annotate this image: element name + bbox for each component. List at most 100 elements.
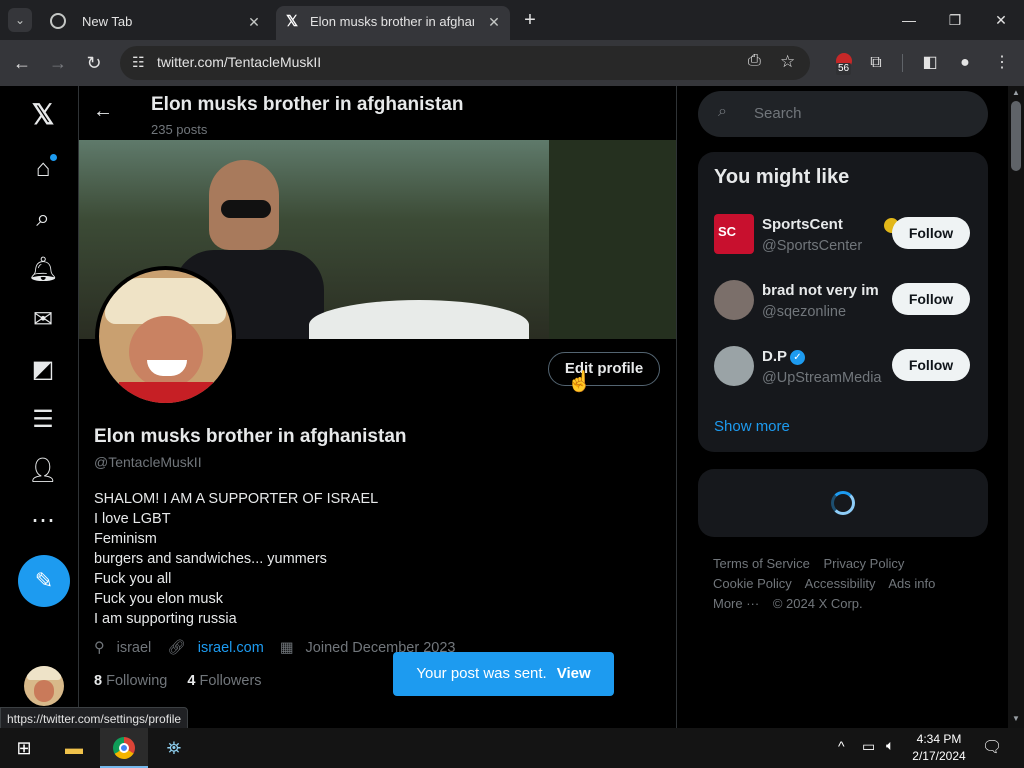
back-button[interactable]: ← bbox=[9, 50, 35, 76]
file-explorer-icon[interactable]: ▬ bbox=[50, 728, 98, 768]
tab-new-tab[interactable]: New Tab ✕ bbox=[38, 6, 274, 40]
bio-line: I love LGBT bbox=[94, 511, 171, 527]
bio-line: burgers and sandwiches... yummers bbox=[94, 551, 327, 567]
follow-button[interactable]: Follow bbox=[892, 283, 970, 315]
follow-button[interactable]: Follow bbox=[892, 349, 970, 381]
shirt-shape bbox=[119, 382, 213, 403]
menu-kebab-icon[interactable]: ⋮ bbox=[990, 51, 1014, 75]
restore-button[interactable]: ❐ bbox=[932, 0, 978, 40]
window-close-button[interactable]: ✕ bbox=[978, 0, 1024, 40]
suggestion-item[interactable]: SC SportsCent E @SportsCenter Follow bbox=[698, 204, 988, 270]
home-icon[interactable]: ⌂ bbox=[22, 148, 64, 190]
sidebar-footer: Terms of Service Privacy Policy Cookie P… bbox=[713, 554, 973, 614]
bell-icon[interactable]: 🔔︎ bbox=[22, 249, 64, 291]
show-more-link[interactable]: Show more bbox=[714, 418, 790, 435]
bio-line: Fuck you elon musk bbox=[94, 591, 223, 607]
post-sent-toast: Your post was sent. View bbox=[393, 652, 614, 696]
verified-blue-badge-icon: ✓ bbox=[790, 350, 805, 365]
account-avatar[interactable] bbox=[24, 666, 64, 706]
system-clock[interactable]: 4:34 PM 2/17/2024 bbox=[906, 731, 972, 765]
chrome-taskbar-icon[interactable] bbox=[100, 728, 148, 768]
reload-button[interactable]: ↻ bbox=[81, 50, 107, 76]
sc-logo-icon: SC bbox=[718, 224, 737, 239]
mail-icon[interactable]: ✉ bbox=[22, 299, 64, 341]
hand-cursor-icon: ☝ bbox=[567, 371, 592, 393]
link-icon: 🔗︎ bbox=[167, 640, 186, 656]
loading-spinner-icon bbox=[831, 491, 855, 515]
minimize-button[interactable]: — bbox=[886, 0, 932, 40]
volume-icon[interactable]: 🔈︎ bbox=[886, 737, 894, 754]
bio-line: SHALOM! I AM A SUPPORTER OF ISRAEL bbox=[94, 491, 379, 507]
footer-link-terms[interactable]: Terms of Service bbox=[713, 556, 810, 571]
close-icon[interactable]: ✕ bbox=[244, 12, 264, 32]
address-bar[interactable]: ☷ twitter.com/TentacleMuskII ⎙ ☆ bbox=[120, 46, 810, 80]
forward-button[interactable]: → bbox=[45, 50, 71, 76]
x-logo-icon: 𝕏 bbox=[286, 13, 299, 30]
footer-link-privacy[interactable]: Privacy Policy bbox=[823, 556, 904, 571]
tab-profile[interactable]: 𝕏 Elon musks brother in afghanis ✕ bbox=[276, 6, 510, 40]
site-info-icon[interactable]: ☷ bbox=[132, 54, 145, 71]
windows-taskbar: ⊞ ▬ ⛯ ^ ▭ 🔈︎ 4:34 PM 2/17/2024 🗨︎ bbox=[0, 728, 1024, 768]
sqezonline-avatar bbox=[714, 280, 754, 320]
notification-center-icon[interactable]: 🗨︎ bbox=[982, 737, 1002, 757]
tab-search-button[interactable]: ⌄ bbox=[8, 8, 32, 32]
followers-count[interactable]: 4 bbox=[187, 673, 195, 689]
suggestion-item[interactable]: brad not very im @sqezonline Follow bbox=[698, 270, 988, 336]
toast-view-link[interactable]: View bbox=[557, 665, 591, 682]
follow-button[interactable]: Follow bbox=[892, 217, 970, 249]
new-tab-button[interactable]: + bbox=[518, 8, 542, 32]
followers-label[interactable]: Followers bbox=[200, 673, 262, 689]
toolbar-divider bbox=[902, 54, 903, 72]
page-scrollbar[interactable]: ▲ ▼ bbox=[1008, 86, 1024, 728]
footer-link-more[interactable]: More ··· bbox=[713, 596, 759, 611]
scrollbar-thumb[interactable] bbox=[1011, 101, 1021, 171]
calendar-icon: ▦ bbox=[279, 640, 294, 656]
profile-bio: SHALOM! I AM A SUPPORTER OF ISRAEL I lov… bbox=[94, 489, 378, 629]
close-icon[interactable]: ✕ bbox=[484, 12, 504, 32]
twitter-page: 𝕏 ⌂ ⌕ 🔔︎ ✉ ◩ ☰ 👤︎ ⋯ ✎ ← Elon musks broth… bbox=[0, 86, 1008, 728]
more-icon[interactable]: ⋯ bbox=[22, 500, 64, 542]
bookmark-star-icon[interactable]: ☆ bbox=[780, 52, 795, 72]
windows-start-icon[interactable]: ⊞ bbox=[0, 728, 48, 768]
tab-title: New Tab bbox=[82, 14, 133, 29]
search-icon[interactable]: ⌕ bbox=[22, 198, 64, 240]
footer-link-cookie[interactable]: Cookie Policy bbox=[713, 576, 792, 591]
tray-chevron-icon[interactable]: ^ bbox=[838, 738, 845, 754]
side-panel-icon[interactable]: ◧ bbox=[918, 51, 942, 75]
notification-dot bbox=[50, 154, 57, 161]
network-icon[interactable]: ▭ bbox=[862, 738, 875, 755]
install-app-icon[interactable]: ⎙ bbox=[748, 52, 761, 70]
profile-link[interactable]: israel.com bbox=[198, 640, 264, 656]
feather-plus-icon: ✎ bbox=[34, 568, 54, 593]
post-count: 235 posts bbox=[151, 122, 208, 137]
profile-avatar[interactable] bbox=[95, 266, 236, 407]
back-arrow-icon[interactable]: ← bbox=[93, 100, 113, 123]
compose-post-button[interactable]: ✎ bbox=[18, 555, 70, 607]
extension-icon[interactable]: 56 bbox=[832, 51, 856, 75]
profile-person-icon[interactable]: 👤︎ bbox=[22, 450, 64, 492]
footer-link-accessibility[interactable]: Accessibility bbox=[805, 576, 876, 591]
x-logo-icon[interactable]: 𝕏 bbox=[22, 94, 64, 136]
scroll-up-arrow-icon[interactable]: ▲ bbox=[1012, 88, 1020, 97]
edit-profile-button[interactable]: Edit profile bbox=[548, 352, 660, 386]
suggestion-item[interactable]: D.P ✓ @UpStreamMedia Follow bbox=[698, 336, 988, 402]
who-to-follow-title: You might like bbox=[714, 166, 850, 188]
footer-link-ads[interactable]: Ads info bbox=[888, 576, 935, 591]
following-label[interactable]: Following bbox=[106, 673, 167, 689]
footer-copyright: © 2024 X Corp. bbox=[772, 596, 863, 611]
following-count[interactable]: 8 bbox=[94, 673, 102, 689]
extensions-puzzle-icon[interactable]: ⧉ bbox=[864, 51, 888, 75]
trees-shape bbox=[549, 140, 676, 339]
grok-icon[interactable]: ◩ bbox=[22, 349, 64, 391]
right-sidebar: ⌕ Search You might like SC SportsCent E … bbox=[678, 86, 1008, 728]
lists-icon[interactable]: ☰ bbox=[22, 399, 64, 441]
app-taskbar-icon[interactable]: ⛯ bbox=[150, 728, 198, 768]
link-status-bar: https://twitter.com/settings/profile bbox=[0, 707, 189, 729]
chrome-logo-center bbox=[119, 743, 129, 753]
car-roof-shape bbox=[309, 300, 529, 339]
tab-title: Elon musks brother in afghanis bbox=[310, 14, 474, 29]
profile-icon[interactable]: ● bbox=[953, 51, 977, 75]
search-input[interactable]: ⌕ Search bbox=[698, 91, 988, 137]
clock-date: 2/17/2024 bbox=[912, 749, 966, 763]
scroll-down-arrow-icon[interactable]: ▼ bbox=[1012, 714, 1020, 723]
